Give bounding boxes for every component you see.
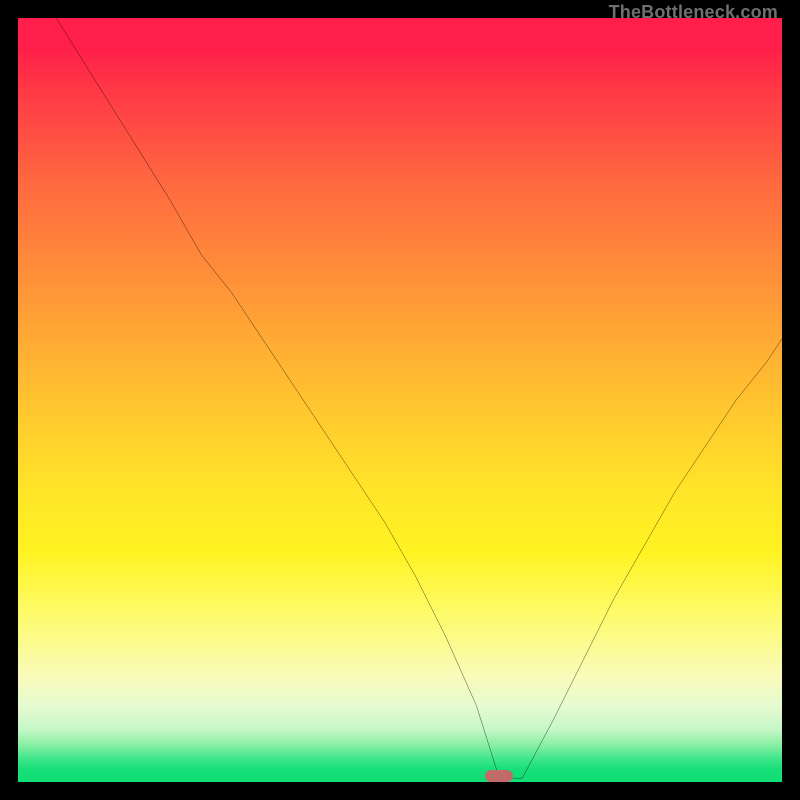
optimum-marker [485, 770, 513, 782]
chart-area [18, 18, 782, 782]
bottleneck-curve [18, 18, 782, 782]
